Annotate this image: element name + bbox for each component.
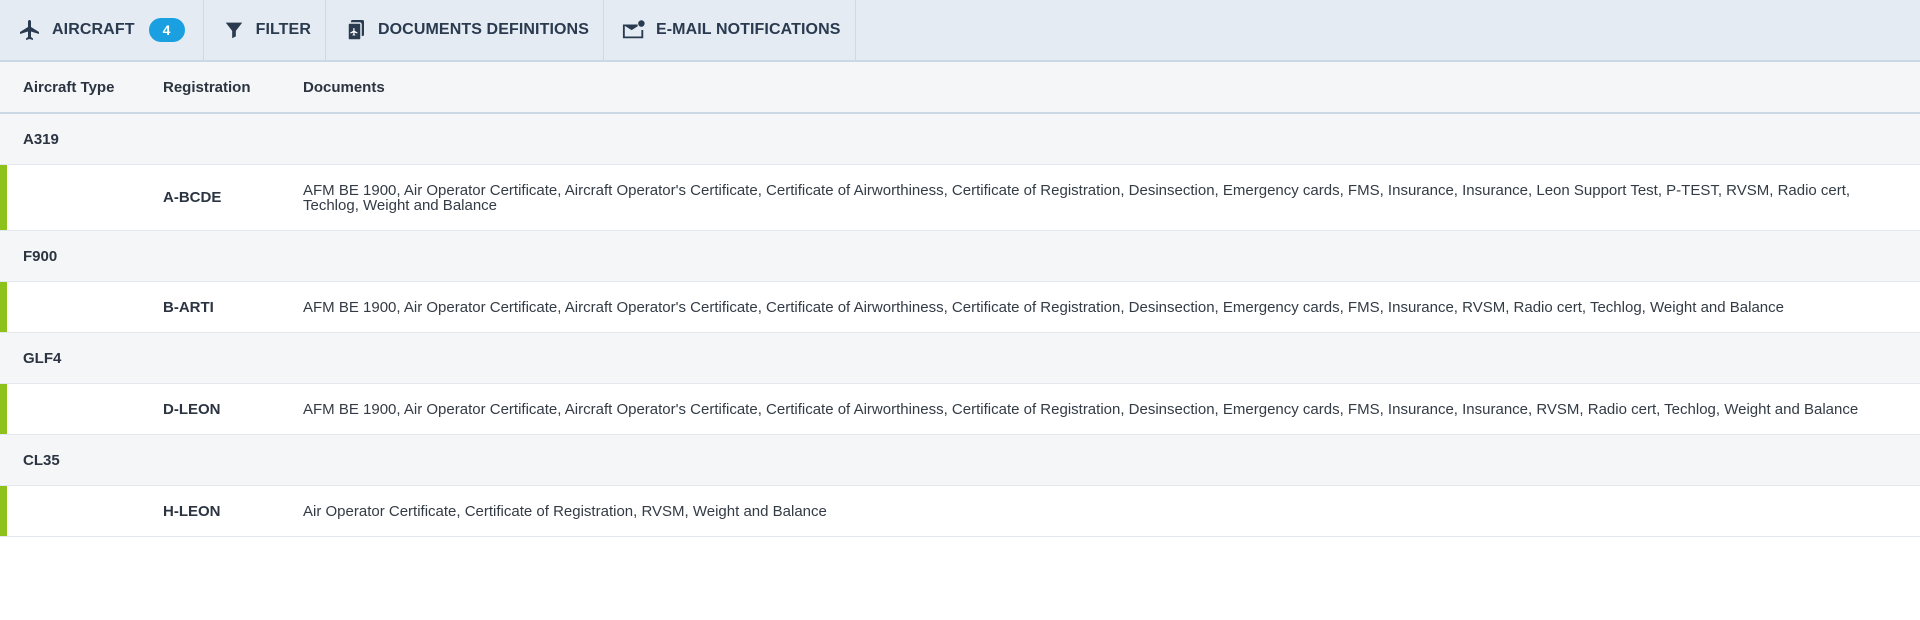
email-notifications-button[interactable]: E-MAIL NOTIFICATIONS bbox=[604, 0, 856, 60]
top-toolbar: AIRCRAFT 4 FILTER DOCUMENTS DEFINITIONS … bbox=[0, 0, 1920, 62]
group-row-glf4: GLF4 bbox=[0, 333, 1920, 384]
documents-definitions-label: DOCUMENTS DEFINITIONS bbox=[377, 21, 589, 38]
row-registration: B-ARTI bbox=[163, 298, 214, 316]
row-documents: AFM BE 1900, Air Operator Certificate, A… bbox=[303, 400, 1859, 418]
aircraft-tab-label: AIRCRAFT bbox=[52, 21, 135, 38]
filter-button[interactable]: FILTER bbox=[204, 0, 326, 60]
group-type-label: GLF4 bbox=[23, 349, 62, 367]
airplane-icon bbox=[18, 18, 42, 42]
group-type-label: F900 bbox=[23, 247, 58, 265]
filter-button-label: FILTER bbox=[255, 21, 311, 38]
email-notification-icon bbox=[622, 18, 646, 42]
header-aircraft-type[interactable]: Aircraft Type bbox=[0, 79, 163, 96]
table-row[interactable]: D-LEON AFM BE 1900, Air Operator Certifi… bbox=[0, 384, 1920, 435]
documents-icon bbox=[344, 18, 368, 42]
filter-icon bbox=[222, 18, 246, 42]
table-row[interactable]: H-LEON Air Operator Certificate, Certifi… bbox=[0, 486, 1920, 537]
aircraft-count-badge: 4 bbox=[148, 18, 185, 42]
header-documents[interactable]: Documents bbox=[303, 79, 1920, 96]
row-documents: Air Operator Certificate, Certificate of… bbox=[303, 502, 827, 520]
group-type-label: A319 bbox=[23, 130, 59, 148]
group-row-f900: F900 bbox=[0, 231, 1920, 282]
row-registration: D-LEON bbox=[163, 400, 221, 418]
row-documents: AFM BE 1900, Air Operator Certificate, A… bbox=[303, 181, 1851, 214]
group-type-label: CL35 bbox=[23, 451, 60, 469]
email-notifications-label: E-MAIL NOTIFICATIONS bbox=[655, 21, 841, 38]
aircraft-tab[interactable]: AIRCRAFT 4 bbox=[0, 0, 204, 60]
table-row[interactable]: A-BCDE AFM BE 1900, Air Operator Certifi… bbox=[0, 165, 1920, 231]
documents-definitions-button[interactable]: DOCUMENTS DEFINITIONS bbox=[326, 0, 604, 60]
table-row[interactable]: B-ARTI AFM BE 1900, Air Operator Certifi… bbox=[0, 282, 1920, 333]
group-row-a319: A319 bbox=[0, 114, 1920, 165]
table-header: Aircraft Type Registration Documents bbox=[0, 62, 1920, 114]
aircraft-table-body: A319 A-BCDE AFM BE 1900, Air Operator Ce… bbox=[0, 114, 1920, 537]
group-row-cl35: CL35 bbox=[0, 435, 1920, 486]
row-registration: A-BCDE bbox=[163, 189, 222, 206]
row-registration: H-LEON bbox=[163, 502, 221, 520]
header-registration[interactable]: Registration bbox=[163, 79, 303, 96]
row-documents: AFM BE 1900, Air Operator Certificate, A… bbox=[303, 298, 1784, 316]
